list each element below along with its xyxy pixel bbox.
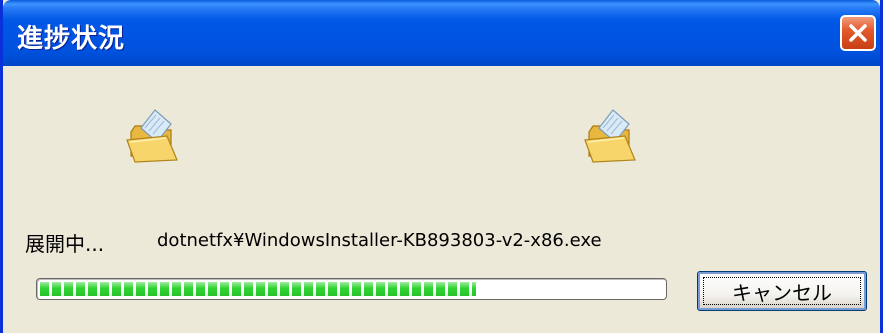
dialog-content: 展開中... dotnetfx¥WindowsInstaller-KB89380… xyxy=(3,66,880,333)
progress-bar-fill xyxy=(40,282,477,296)
progress-dialog: 進捗状況 展開中... dotnetfx¥WindowsInstaller-KB… xyxy=(0,0,883,333)
folder-icon xyxy=(126,109,178,163)
status-label: 展開中... xyxy=(25,232,105,256)
current-file-name: dotnetfx¥WindowsInstaller-KB893803-v2-x8… xyxy=(157,230,602,251)
title-bar[interactable]: 進捗状況 xyxy=(3,0,880,66)
window-title: 進捗状況 xyxy=(17,24,126,54)
folder-icon xyxy=(584,109,636,163)
close-button[interactable] xyxy=(840,15,876,51)
progress-bar xyxy=(36,278,667,300)
close-icon xyxy=(849,24,867,42)
cancel-button[interactable]: キャンセル xyxy=(697,271,867,311)
cancel-button-label: キャンセル xyxy=(732,280,832,305)
